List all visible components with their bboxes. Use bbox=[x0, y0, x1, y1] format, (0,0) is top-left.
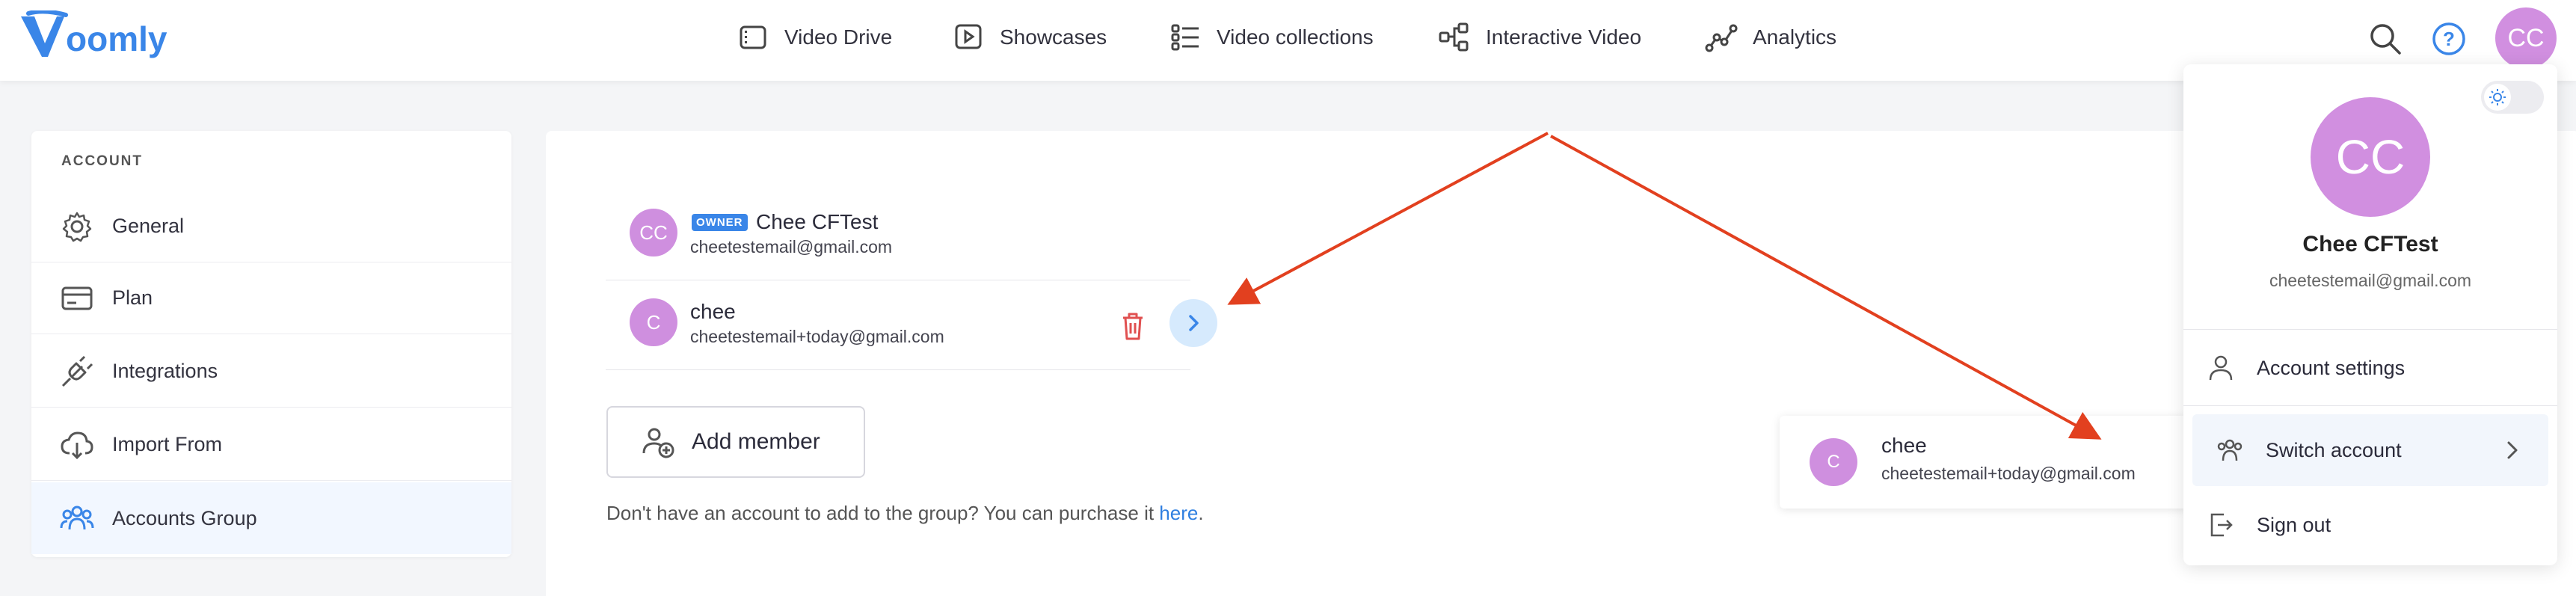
nav-video-collections[interactable]: Video collections bbox=[1169, 18, 1374, 57]
nav-label: Video collections bbox=[1217, 25, 1374, 49]
sidebar-item-general[interactable]: General bbox=[31, 191, 511, 262]
user-avatar-button[interactable]: CC bbox=[2495, 7, 2557, 69]
member-row bbox=[606, 280, 1190, 370]
help-button[interactable]: ? bbox=[2426, 16, 2471, 61]
cloud-download-icon bbox=[61, 431, 93, 459]
menu-item-label: Switch account bbox=[2266, 438, 2402, 461]
search-icon bbox=[2370, 24, 2401, 55]
add-member-label: Add member bbox=[692, 429, 820, 454]
menu-item-label: Sign out bbox=[2257, 513, 2331, 536]
nav-label: Video Drive bbox=[784, 25, 893, 49]
help-icon: ? bbox=[2432, 22, 2465, 55]
sign-out-menu-item[interactable]: Sign out bbox=[2183, 489, 2557, 561]
delete-member-icon[interactable] bbox=[1114, 307, 1152, 345]
help-suffix: . bbox=[1198, 502, 1204, 524]
theme-toggle-knob bbox=[2484, 84, 2511, 111]
card-icon bbox=[61, 286, 93, 310]
nav-interactive-video[interactable]: Interactive Video bbox=[1438, 18, 1641, 57]
account-settings-menu-item[interactable]: Account settings bbox=[2183, 332, 2557, 404]
purchase-help-text: Don't have an account to add to the grou… bbox=[606, 502, 1204, 525]
member-avatar: C bbox=[630, 298, 677, 346]
sidebar-item-label: Accounts Group bbox=[112, 506, 257, 529]
member-avatar: CC bbox=[630, 209, 677, 256]
sidebar-item-label: Import From bbox=[112, 433, 223, 455]
showcases-icon bbox=[955, 24, 982, 49]
member-name: chee bbox=[690, 300, 736, 323]
profile-name: Chee CFTest bbox=[2302, 232, 2438, 256]
sun-icon bbox=[2489, 89, 2506, 105]
users-icon bbox=[60, 506, 94, 530]
interactive-icon bbox=[1439, 22, 1469, 52]
sidebar-item-label: Plan bbox=[112, 286, 153, 309]
member-email: cheetestemail@gmail.com bbox=[690, 237, 893, 256]
sidebar-item-integrations[interactable]: Integrations bbox=[31, 336, 511, 408]
sidebar-item-import-from[interactable]: Import From bbox=[31, 409, 511, 481]
theme-toggle[interactable] bbox=[2481, 81, 2544, 114]
add-user-icon bbox=[642, 428, 674, 458]
users-icon bbox=[2217, 439, 2243, 461]
svg-text:?: ? bbox=[2443, 28, 2455, 50]
owner-badge: OWNER bbox=[692, 214, 748, 231]
video-drive-icon bbox=[740, 25, 766, 49]
sidebar-section-label: ACCOUNT bbox=[61, 153, 143, 169]
nav-video-drive[interactable]: Video Drive bbox=[737, 18, 892, 57]
nav-showcases[interactable]: Showcases bbox=[952, 18, 1107, 57]
dropdown-divider bbox=[2183, 329, 2557, 330]
account-sidebar: ACCOUNT General Plan Integrations Import… bbox=[31, 131, 511, 557]
analytics-icon bbox=[1705, 24, 1738, 52]
switch-account-menu-item[interactable]: Switch account bbox=[2192, 414, 2548, 486]
dropdown-divider bbox=[2183, 405, 2557, 406]
sidebar-item-label: Integrations bbox=[112, 360, 218, 382]
sign-out-icon bbox=[2210, 513, 2233, 537]
user-icon bbox=[2209, 355, 2233, 381]
member-email: cheetestemail+today@gmail.com bbox=[690, 327, 944, 346]
svg-text:oomly: oomly bbox=[66, 19, 167, 58]
nav-analytics[interactable]: Analytics bbox=[1705, 18, 1836, 57]
nav-label: Showcases bbox=[1000, 25, 1107, 49]
sidebar-item-plan[interactable]: Plan bbox=[31, 262, 511, 334]
purchase-here-link[interactable]: here bbox=[1159, 502, 1198, 524]
plug-icon bbox=[61, 355, 93, 387]
help-text: Don't have an account to add to the grou… bbox=[606, 502, 1160, 524]
submenu-avatar: C bbox=[1810, 438, 1857, 486]
account-dropdown: CC Chee CFTest cheetestemail@gmail.com A… bbox=[2183, 64, 2557, 565]
search-button[interactable] bbox=[2363, 16, 2408, 61]
chevron-right-icon bbox=[2507, 441, 2518, 459]
sidebar-item-label: General bbox=[112, 215, 185, 237]
profile-avatar: CC bbox=[2311, 97, 2430, 217]
nav-label: Interactive Video bbox=[1486, 25, 1642, 49]
add-member-button[interactable]: Add member bbox=[606, 406, 865, 478]
collections-icon bbox=[1171, 24, 1199, 51]
submenu-account-email: cheetestemail+today@gmail.com bbox=[1881, 464, 2136, 483]
switch-to-member-button[interactable] bbox=[1169, 299, 1217, 347]
nav-label: Analytics bbox=[1753, 25, 1837, 49]
menu-item-label: Account settings bbox=[2257, 356, 2406, 379]
member-row-owner bbox=[606, 191, 1190, 280]
switch-account-submenu[interactable]: C chee cheetestemail+today@gmail.com bbox=[1780, 416, 2189, 509]
voomly-logo[interactable]: oomly bbox=[18, 9, 190, 64]
gear-icon bbox=[62, 212, 92, 242]
chevron-right-icon bbox=[1189, 315, 1199, 331]
profile-email: cheetestemail@gmail.com bbox=[2269, 271, 2472, 290]
sidebar-item-accounts-group[interactable]: Accounts Group bbox=[31, 482, 511, 554]
submenu-account-name: chee bbox=[1881, 434, 1927, 457]
member-name: Chee CFTest bbox=[756, 210, 879, 233]
